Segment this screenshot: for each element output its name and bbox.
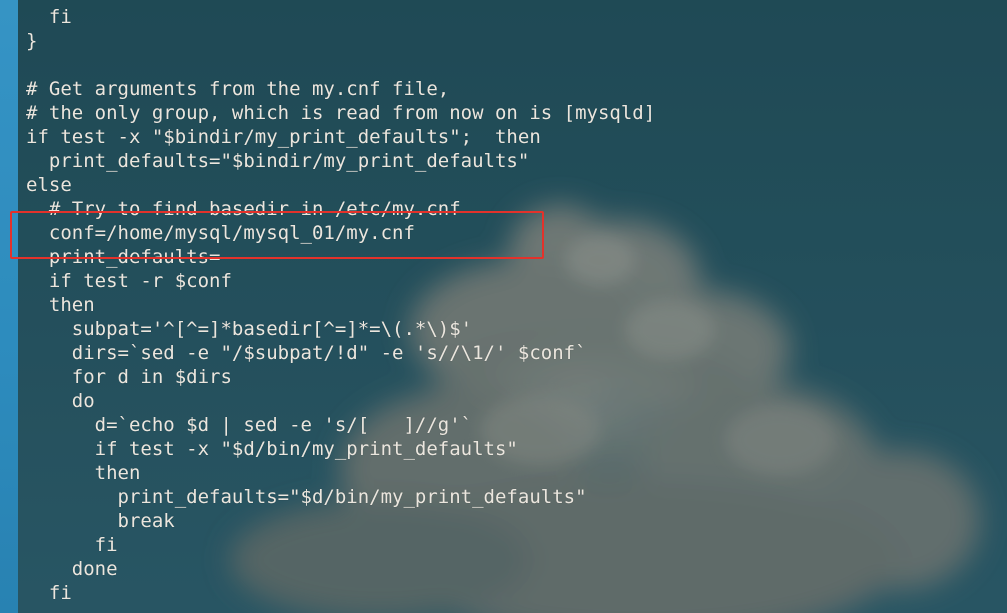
code-line: done <box>26 558 118 580</box>
code-line: do <box>26 390 95 412</box>
code-line: subpat='^[^=]*basedir[^=]*=\(.*\)$' <box>26 318 473 340</box>
code-line: if test -x "$d/bin/my_print_defaults" <box>26 438 518 460</box>
code-line: then <box>26 294 95 316</box>
code-line: if test -r $conf <box>26 270 232 292</box>
code-line: then <box>26 462 141 484</box>
code-line: } <box>26 30 38 52</box>
code-line: # Get arguments from the my.cnf file, <box>26 78 450 100</box>
code-line: fi <box>26 6 72 28</box>
code-line: # the only group, which is read from now… <box>26 102 656 124</box>
code-line: else <box>26 174 72 196</box>
code-line: print_defaults="$d/bin/my_print_defaults… <box>26 486 587 508</box>
code-line: break <box>26 510 175 532</box>
red-highlight-box <box>10 211 544 259</box>
code-line: fi <box>26 534 118 556</box>
code-line: for d in $dirs <box>26 366 232 388</box>
code-line: if test -x "$bindir/my_print_defaults"; … <box>26 126 541 148</box>
code-line: fi <box>26 582 72 604</box>
code-line: print_defaults="$bindir/my_print_default… <box>26 150 530 172</box>
code-line: d=`echo $d | sed -e 's/[ ]//g'` <box>26 414 473 436</box>
code-line: dirs=`sed -e "/$subpat/!d" -e 's//\1/' $… <box>26 342 587 364</box>
code-content: fi} # Get arguments from the my.cnf file,… <box>26 5 655 605</box>
terminal-window: fi} # Get arguments from the my.cnf file,… <box>0 0 1007 613</box>
